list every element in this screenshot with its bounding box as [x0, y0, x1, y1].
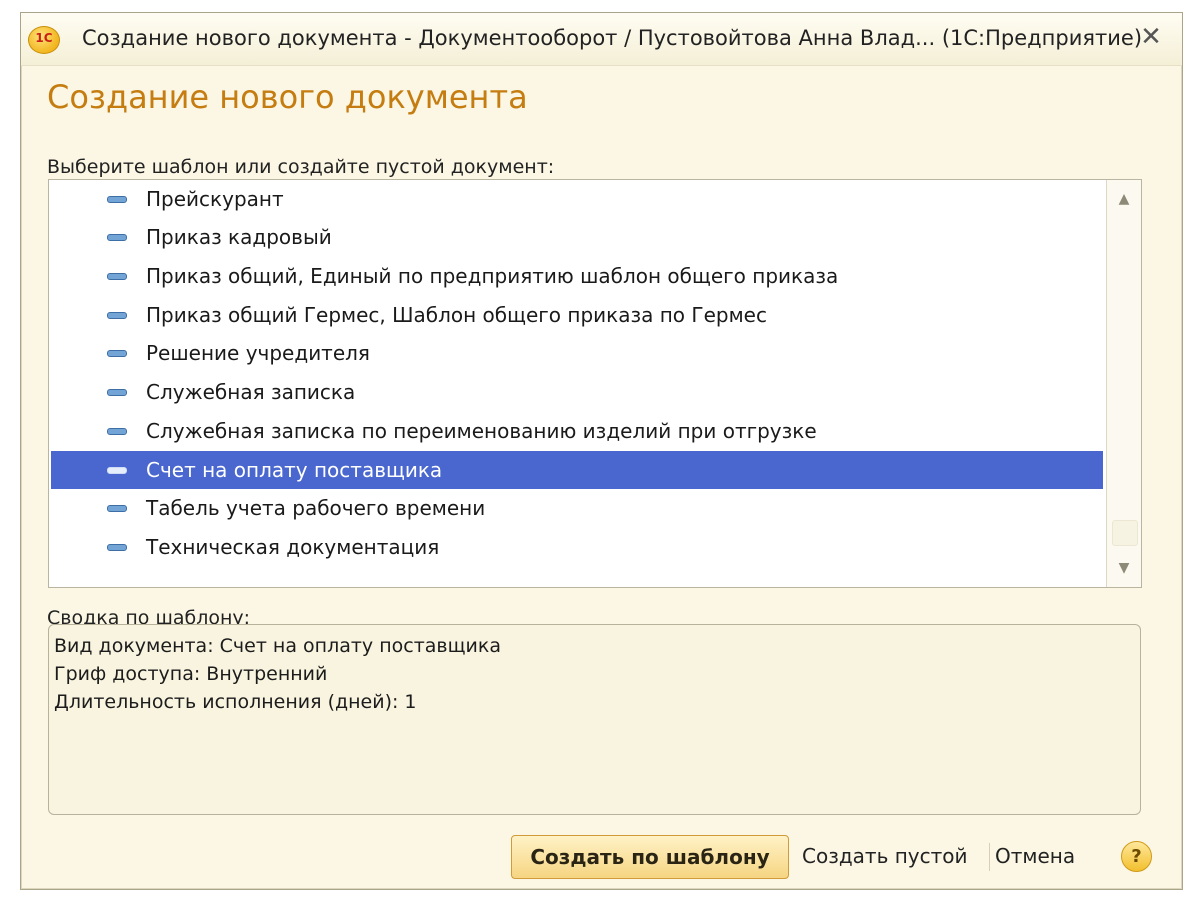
- template-icon: [107, 234, 127, 241]
- list-item-label: Счет на оплату поставщика: [146, 458, 443, 482]
- list-item-label: Техническая документация: [146, 535, 440, 559]
- title-bar: 1С Создание нового документа - Документо…: [21, 13, 1182, 66]
- scroll-down-icon[interactable]: ▼: [1107, 549, 1141, 587]
- template-prompt: Выберите шаблон или создайте пустой доку…: [47, 156, 555, 178]
- template-list[interactable]: Прейскурант Приказ кадровый Приказ общий…: [48, 179, 1142, 588]
- list-item[interactable]: Приказ общий, Единый по предприятию шабл…: [51, 257, 1103, 295]
- dialog-footer: Создать по шаблону Создать пустой Отмена…: [511, 835, 1152, 879]
- template-icon: [107, 350, 127, 357]
- button-separator: [989, 843, 990, 871]
- list-item[interactable]: Прейскурант: [51, 180, 1103, 218]
- list-item-label: Служебная записка: [146, 380, 356, 404]
- window-title: Создание нового документа - Документообо…: [82, 26, 1143, 50]
- list-item[interactable]: Служебная записка: [51, 373, 1103, 411]
- list-item-label: Приказ общий Гермес, Шаблон общего прика…: [146, 303, 767, 327]
- list-item-label: Решение учредителя: [146, 341, 370, 365]
- scroll-thumb[interactable]: [1112, 520, 1138, 546]
- template-icon: [107, 505, 127, 512]
- summary-line-access: Гриф доступа: Внутренний: [54, 663, 328, 685]
- list-item[interactable]: Служебная записка по переименованию изде…: [51, 412, 1103, 450]
- scroll-up-icon[interactable]: ▲: [1107, 180, 1141, 218]
- list-item-label: Служебная записка по переименованию изде…: [146, 419, 817, 443]
- list-item-label: Табель учета рабочего времени: [146, 496, 486, 520]
- close-icon[interactable]: ✕: [1136, 22, 1166, 52]
- list-item-label: Приказ общий, Единый по предприятию шабл…: [146, 264, 839, 288]
- app-logo-icon: 1С: [28, 26, 60, 54]
- cancel-button[interactable]: Отмена: [995, 835, 1075, 877]
- list-item-label: Прейскурант: [146, 187, 284, 211]
- list-item-selected[interactable]: Счет на оплату поставщика: [51, 451, 1103, 489]
- list-item[interactable]: Приказ кадровый: [51, 218, 1103, 256]
- list-item-label: Приказ кадровый: [146, 225, 332, 249]
- template-icon: [107, 467, 127, 474]
- summary-line-duration: Длительность исполнения (дней): 1: [54, 691, 417, 713]
- template-icon: [107, 544, 127, 551]
- summary-line-document-type: Вид документа: Счет на оплату поставщика: [54, 635, 501, 657]
- app-logo-text: 1С: [35, 31, 53, 45]
- list-item[interactable]: Техническая документация: [51, 528, 1103, 566]
- template-icon: [107, 312, 127, 319]
- template-icon: [107, 196, 127, 203]
- list-item[interactable]: Решение учредителя: [51, 334, 1103, 372]
- create-from-template-button[interactable]: Создать по шаблону: [511, 835, 789, 879]
- list-item[interactable]: Приказ общий Гермес, Шаблон общего прика…: [51, 296, 1103, 334]
- list-item[interactable]: Табель учета рабочего времени: [51, 489, 1103, 527]
- vertical-scrollbar[interactable]: ▲ ▼: [1106, 180, 1141, 587]
- help-icon[interactable]: ?: [1121, 841, 1152, 872]
- create-empty-button[interactable]: Создать пустой: [802, 835, 968, 877]
- template-icon: [107, 389, 127, 396]
- template-icon: [107, 273, 127, 280]
- summary-lines: Вид документа: Счет на оплату поставщика…: [54, 632, 501, 716]
- template-list-body: Прейскурант Приказ кадровый Приказ общий…: [49, 180, 1103, 587]
- dialog-window: 1С Создание нового документа - Документо…: [20, 12, 1183, 890]
- template-icon: [107, 428, 127, 435]
- page-title: Создание нового документа: [47, 78, 528, 116]
- summary-box: Вид документа: Счет на оплату поставщика…: [48, 624, 1141, 815]
